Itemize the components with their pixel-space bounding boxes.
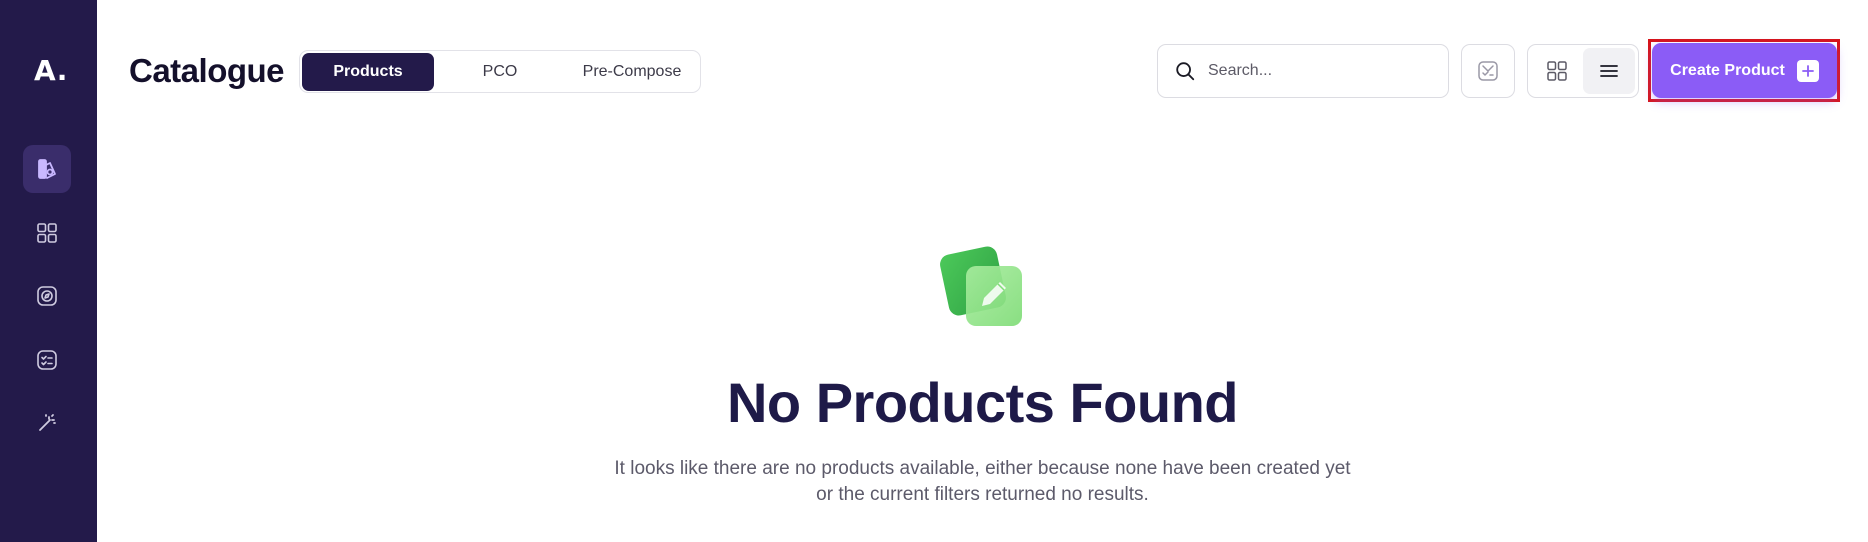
tab-pco[interactable]: PCO	[434, 53, 566, 91]
filter-checklist-icon	[1478, 61, 1498, 81]
empty-state-description-line-1: It looks like there are no products avai…	[614, 458, 1351, 479]
sidebar-item-tasks[interactable]	[23, 336, 71, 384]
checklist-icon	[37, 350, 57, 370]
search-icon	[1176, 62, 1195, 81]
empty-state-description: It looks like there are no products avai…	[97, 456, 1868, 508]
page-title: Catalogue	[129, 52, 285, 89]
app-logo[interactable]: A.	[34, 54, 68, 87]
list-view-icon	[1600, 65, 1618, 77]
empty-products-icon	[940, 246, 1022, 326]
sidebar-item-dashboard[interactable]	[23, 209, 71, 257]
sidebar-item-catalogue[interactable]	[23, 145, 71, 193]
create-product-button[interactable]: Create Product	[1652, 43, 1837, 98]
catalogue-tabs: Products PCO Pre-Compose	[299, 50, 701, 93]
list-view-button[interactable]	[1583, 48, 1635, 94]
grid-view-icon	[1547, 61, 1567, 81]
grid-icon	[37, 223, 57, 243]
compass-icon	[37, 286, 57, 306]
empty-state-title: No Products Found	[726, 371, 1239, 434]
sidebar: A.	[0, 0, 97, 542]
catalogue-icon	[38, 159, 56, 179]
sidebar-item-magic[interactable]	[23, 399, 71, 447]
empty-state-description-line-2: or the current filters returned no resul…	[816, 484, 1149, 505]
tab-pre-compose[interactable]: Pre-Compose	[566, 53, 698, 91]
search-input[interactable]	[1208, 62, 1428, 80]
main-content: Catalogue Products PCO Pre-Compose Searc…	[97, 0, 1868, 542]
grid-view-button[interactable]	[1531, 48, 1583, 94]
magic-wand-icon	[39, 414, 56, 431]
filter-button[interactable]	[1461, 44, 1515, 98]
view-toggle	[1527, 44, 1639, 98]
create-product-label: Create Product	[1670, 61, 1785, 79]
tab-products[interactable]: Products	[302, 52, 434, 91]
sidebar-item-explore[interactable]	[23, 272, 71, 320]
search-box	[1157, 44, 1449, 98]
plus-icon	[1796, 59, 1819, 82]
